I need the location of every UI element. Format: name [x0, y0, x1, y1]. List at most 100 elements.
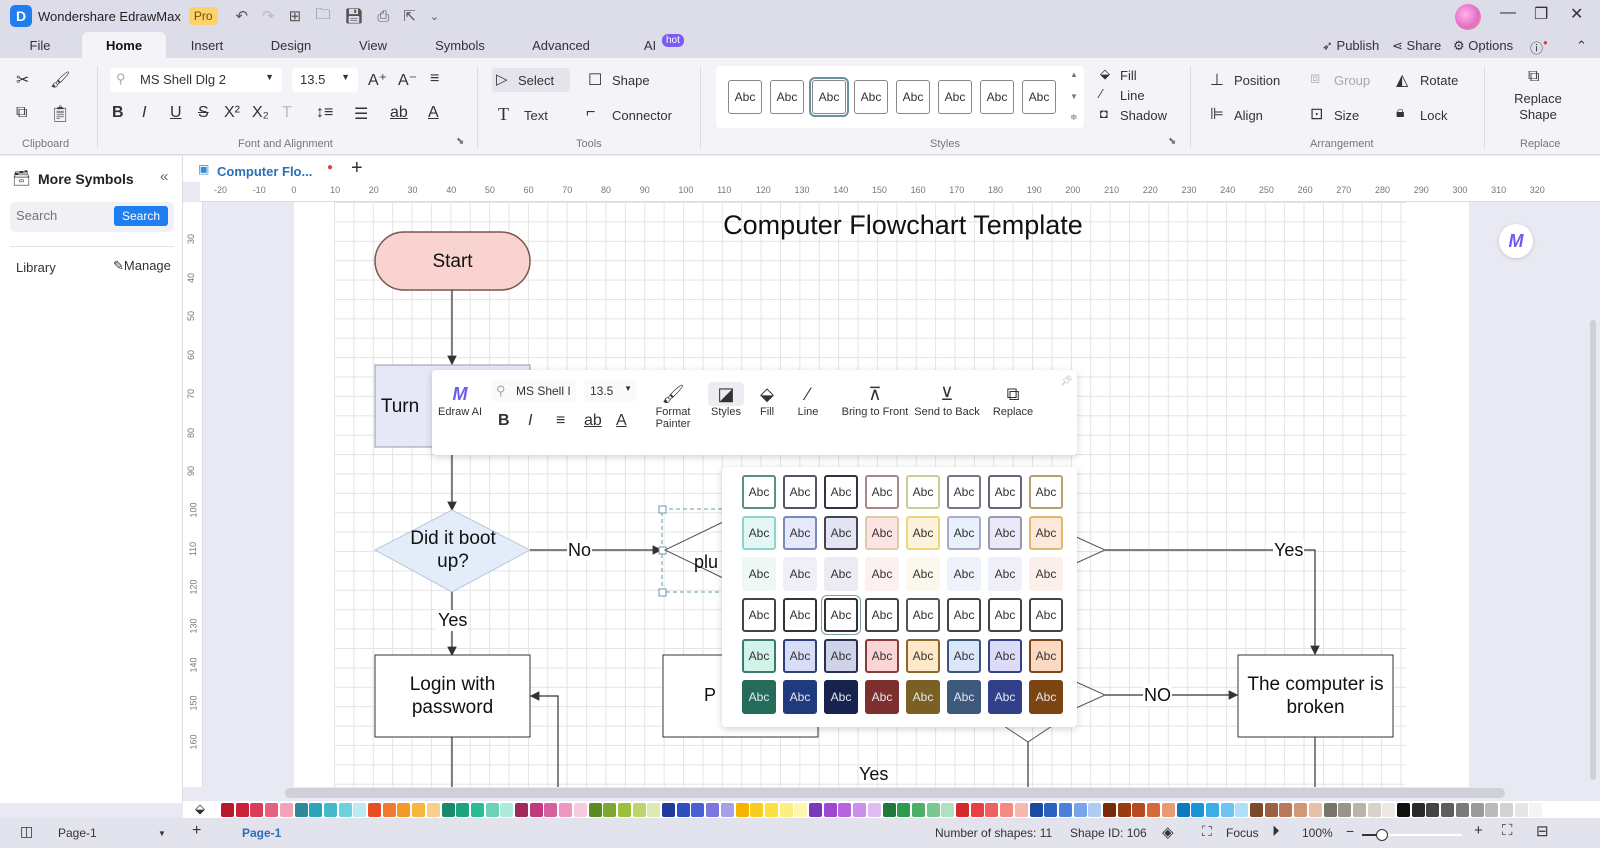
color-swatch[interactable] [588, 803, 602, 817]
style-swatch[interactable]: Abc [783, 516, 817, 550]
fullscreen-icon[interactable]: ⛶ [1502, 822, 1513, 839]
minimize-icon[interactable]: — [1500, 4, 1516, 22]
text-effect-icon[interactable]: T [282, 104, 292, 122]
document-tab[interactable]: Computer Flo... [217, 164, 312, 179]
style-swatch[interactable]: Abc [742, 475, 776, 509]
color-swatch[interactable] [250, 803, 264, 817]
add-page-icon[interactable]: + [192, 822, 201, 840]
tab-file[interactable]: File [20, 32, 60, 58]
replace-shape-button[interactable]: Replace Shape [1508, 91, 1568, 123]
style-swatch[interactable]: Abc [742, 680, 776, 714]
color-swatch[interactable] [265, 803, 279, 817]
color-swatch[interactable] [1147, 803, 1161, 817]
edraw-ai-button[interactable]: M Edraw AI [436, 382, 484, 418]
rotate-button[interactable]: Rotate [1420, 73, 1458, 88]
style-preset[interactable]: Abc [728, 80, 762, 114]
increase-font-icon[interactable]: A⁺ [368, 70, 387, 90]
color-swatch[interactable] [1367, 803, 1381, 817]
color-swatch[interactable] [1426, 803, 1440, 817]
float-align-icon[interactable]: ≡ [556, 412, 565, 430]
style-swatch[interactable]: Abc [865, 475, 899, 509]
copy-icon[interactable]: ⧉ [16, 104, 27, 122]
float-fill-button[interactable]: ⬙ Fill [752, 382, 782, 418]
style-swatch[interactable]: Abc [783, 680, 817, 714]
pin-icon[interactable]: 📌︎ [1060, 376, 1073, 387]
close-icon[interactable]: ✕ [1570, 4, 1583, 24]
color-swatch[interactable] [853, 803, 867, 817]
style-swatch[interactable]: Abc [988, 680, 1022, 714]
page-tab[interactable]: Page-1 [242, 826, 281, 840]
color-swatch[interactable] [956, 803, 969, 817]
style-swatch[interactable]: Abc [783, 557, 817, 591]
color-swatch[interactable] [500, 803, 514, 817]
style-preset[interactable]: Abc [896, 80, 930, 114]
more-symbols-dropdown[interactable]: More Symbols [38, 171, 134, 187]
shape-icon[interactable]: ☐ [588, 70, 602, 90]
color-swatch[interactable] [1499, 803, 1513, 817]
connector-tool-button[interactable]: Connector [612, 108, 672, 123]
style-swatch[interactable]: Abc [821, 595, 861, 635]
style-swatch[interactable]: Abc [742, 516, 776, 550]
bring-to-front-button[interactable]: ⊼ Bring to Front [838, 382, 912, 418]
style-swatch[interactable]: Abc [742, 598, 776, 632]
style-preset[interactable]: Abc [938, 80, 972, 114]
style-preset[interactable]: Abc [980, 80, 1014, 114]
cut-icon[interactable]: ✂ [16, 70, 29, 90]
color-swatch[interactable] [441, 803, 455, 817]
color-swatch[interactable] [559, 803, 573, 817]
font-size-select[interactable]: 13.5 ▼ [292, 68, 358, 92]
text-tool-icon[interactable]: T [498, 104, 509, 125]
style-swatch[interactable]: Abc [1029, 680, 1063, 714]
resize-handle[interactable] [658, 505, 667, 514]
help-icon[interactable]: ⓘ● [1530, 38, 1548, 57]
position-button[interactable]: Position [1234, 73, 1280, 88]
scroll-up-icon[interactable]: ▲ [1070, 70, 1078, 79]
new-icon[interactable]: ⊞ [289, 7, 302, 25]
color-swatch[interactable] [426, 803, 440, 817]
page-panel-icon[interactable]: ◫ [20, 823, 33, 840]
style-preset[interactable]: Abc [854, 80, 888, 114]
manage-button[interactable]: ✎Manage [113, 258, 171, 274]
color-swatch[interactable] [632, 803, 646, 817]
color-swatch[interactable] [1250, 803, 1263, 817]
style-swatch[interactable]: Abc [947, 557, 981, 591]
line-spacing-icon[interactable]: ↕≡ [316, 104, 333, 122]
color-swatch[interactable] [279, 803, 293, 817]
vertical-scrollbar[interactable] [1590, 320, 1596, 780]
format-painter-button[interactable]: 🖌︎ Format Painter [648, 382, 698, 430]
focus-button[interactable]: Focus [1226, 826, 1259, 840]
color-swatch[interactable] [867, 803, 881, 817]
zoom-slider-track[interactable] [1362, 829, 1462, 841]
color-swatch[interactable] [1073, 803, 1087, 817]
color-swatch[interactable] [1338, 803, 1352, 817]
color-swatch[interactable] [412, 803, 426, 817]
style-swatch[interactable]: Abc [742, 557, 776, 591]
style-swatch[interactable]: Abc [865, 598, 899, 632]
fill-button[interactable]: Fill [1120, 68, 1137, 83]
zoom-out-icon[interactable]: − [1346, 823, 1354, 839]
connector-loop[interactable] [529, 691, 559, 787]
color-swatch[interactable] [1470, 803, 1484, 817]
style-preset[interactable]: Abc [770, 80, 804, 114]
customize-icon[interactable]: ⌄ [430, 10, 439, 23]
publish-button[interactable]: ➶ Publish [1322, 38, 1379, 54]
group-button[interactable]: Group [1334, 73, 1370, 88]
style-preset-selected[interactable]: Abc [809, 77, 849, 117]
diagram-title[interactable]: Computer Flowchart Template [703, 210, 1103, 240]
color-swatch[interactable] [1382, 803, 1396, 817]
scroll-down-icon[interactable]: ▼ [1070, 92, 1078, 101]
style-swatch[interactable]: Abc [824, 475, 858, 509]
style-swatch[interactable]: Abc [988, 598, 1022, 632]
float-size-select[interactable]: 13.5 ▼ [584, 380, 636, 402]
bold-icon[interactable]: B [112, 104, 124, 122]
color-swatch[interactable] [662, 803, 675, 817]
style-swatch[interactable]: Abc [947, 516, 981, 550]
color-swatch[interactable] [809, 803, 822, 817]
open-folder-icon[interactable]: 🗀 [315, 4, 330, 29]
align-button[interactable]: Align [1234, 108, 1263, 123]
font-color-icon[interactable]: A [428, 104, 439, 122]
styles-button[interactable]: ◪ Styles [708, 382, 744, 418]
expand-gallery-icon[interactable]: ≑ [1070, 112, 1078, 123]
float-highlight-icon[interactable]: ab [584, 412, 602, 430]
style-swatch[interactable]: Abc [742, 639, 776, 673]
